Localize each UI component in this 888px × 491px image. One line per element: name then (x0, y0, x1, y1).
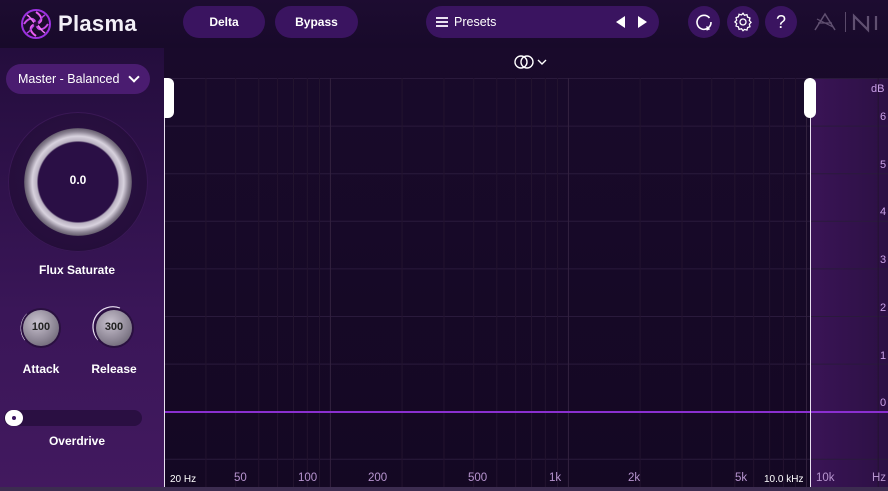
chevron-down-icon (537, 59, 547, 65)
frequency-tick-label: 50 (234, 472, 247, 484)
triangle-left-icon (615, 16, 625, 28)
frequency-grid (164, 78, 888, 491)
high-frequency-handle[interactable] (804, 78, 816, 118)
delta-button[interactable]: Delta (183, 6, 265, 38)
triangle-right-icon (637, 16, 647, 28)
hz-unit-label: Hz (872, 472, 887, 484)
flux-saturate-value: 0.0 (69, 173, 87, 187)
attack-knob[interactable]: 100 (17, 304, 65, 352)
release-value: 300 (104, 321, 124, 333)
frequency-tick-label: 10k (816, 472, 835, 484)
learn-button[interactable] (688, 6, 720, 38)
low-cutoff-line (164, 78, 165, 491)
bypass-button[interactable]: Bypass (275, 6, 358, 38)
release-knob[interactable]: 300 (90, 304, 138, 352)
frequency-tick-label: 200 (368, 472, 388, 484)
db-tick-label: 1 (880, 349, 887, 362)
attack-value: 100 (31, 321, 51, 333)
app-logo: Plasma (20, 8, 137, 40)
help-button[interactable]: ? (765, 6, 797, 38)
frequency-tick-label: 1k (549, 472, 562, 484)
frequency-tick-label: 2k (628, 472, 641, 484)
chevron-down-icon (128, 71, 140, 83)
settings-button[interactable] (727, 6, 759, 38)
db-unit-label: dB (871, 83, 885, 95)
overdrive-label: Overdrive (48, 434, 106, 448)
gain-curve (164, 411, 888, 413)
app-name: Plasma (58, 11, 137, 36)
top-bar: Plasma Delta Bypass Presets ? (0, 0, 888, 48)
control-sidebar: Master - Balanced 0.0 Flux Saturate 100 … (0, 48, 164, 491)
list-icon (436, 17, 448, 27)
frequency-tick-label: 500 (468, 472, 488, 484)
spectrum-display: dB 6 5 4 3 2 1 0 20 Hz 10.0 kHz 50 100 200 500 1k 2… (164, 48, 888, 491)
frequency-tick-label: 100 (298, 472, 318, 484)
host-strip (0, 487, 888, 491)
db-tick-label: 2 (880, 301, 887, 314)
divider (845, 12, 846, 32)
db-tick-label: 6 (880, 111, 887, 123)
prev-preset-button[interactable] (609, 11, 631, 33)
low-frequency-value: 20 Hz (170, 474, 197, 485)
stereo-link-icon (514, 55, 534, 69)
overdrive-slider[interactable] (4, 410, 142, 426)
izotope-logo-icon (814, 12, 836, 31)
db-tick-label: 3 (880, 254, 887, 267)
high-frequency-value: 10.0 kHz (764, 474, 804, 485)
plasma-logo-icon (21, 9, 51, 39)
db-tick-label: 4 (880, 206, 887, 219)
presets-label[interactable]: Presets (454, 15, 609, 29)
low-frequency-handle[interactable] (164, 78, 174, 118)
high-cutoff-line (810, 78, 811, 491)
display-mode-dropdown[interactable] (513, 54, 547, 70)
frequency-tick-label: 5k (735, 472, 748, 484)
gear-icon (733, 12, 752, 32)
db-tick-label: 5 (880, 158, 887, 171)
db-tick-label: 0 (880, 397, 887, 410)
release-label: Release (91, 362, 137, 376)
ni-logo-icon (852, 13, 878, 33)
slider-thumb[interactable] (5, 410, 23, 426)
presets-bar[interactable]: Presets (426, 6, 659, 38)
loop-icon (696, 14, 712, 31)
flux-saturate-label: Flux Saturate (38, 263, 116, 277)
mode-value: Master - Balanced (18, 72, 120, 86)
mode-dropdown[interactable]: Master - Balanced (6, 64, 150, 94)
flux-saturate-knob[interactable]: 0.0 (8, 112, 148, 252)
next-preset-button[interactable] (631, 11, 653, 33)
attack-label: Attack (22, 362, 60, 376)
